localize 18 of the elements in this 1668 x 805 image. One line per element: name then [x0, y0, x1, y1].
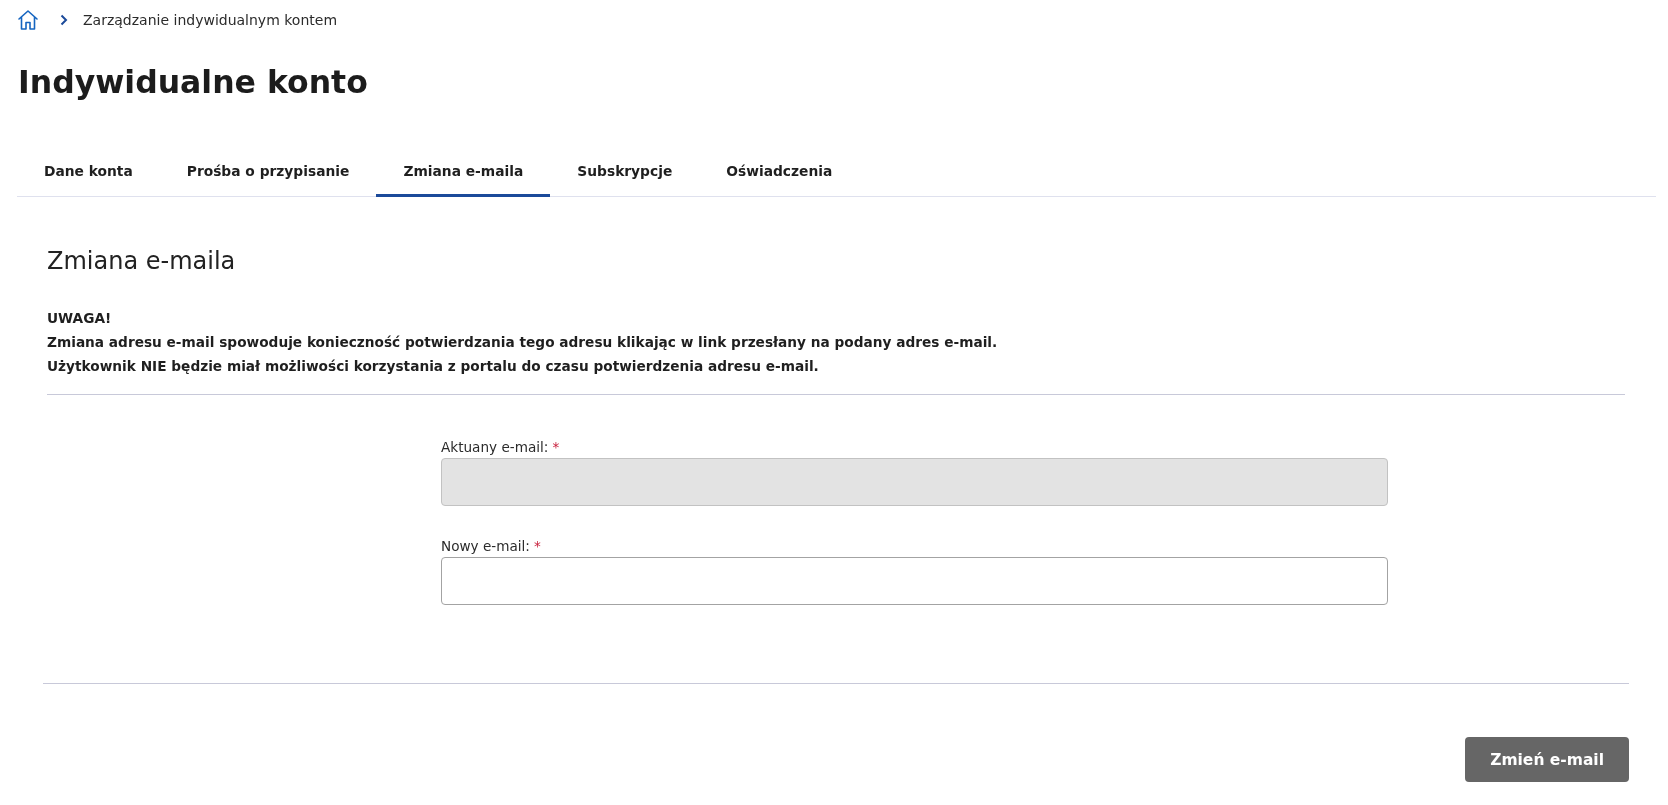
tab[interactable]: Subskrypcje	[550, 147, 700, 197]
tab[interactable]: Prośba o przypisanie	[159, 147, 377, 197]
email-input[interactable]	[441, 557, 1388, 605]
notice-heading: UWAGA!	[47, 309, 112, 328]
home-link[interactable]	[17, 9, 39, 31]
tab[interactable]: Oświadczenia	[699, 147, 860, 197]
field-label: Aktuany e-mail: *	[441, 438, 560, 457]
notice-text: Zmiana adresu e-mail spowoduje konieczność potwierdzania tego adresu klikając w link przesłany na podany adres e-mail.	[47, 333, 998, 352]
tab[interactable]: Zmiana e-maila	[376, 147, 551, 197]
chevron-icon	[60, 14, 68, 26]
notice-text: Użytkownik NIE będzie miał możliwości korzystania z portalu do czasu potwierdzenia adresu e-mail.	[47, 357, 819, 376]
home-icon	[17, 9, 39, 31]
field-label: Nowy e-mail: *	[441, 537, 541, 556]
breadcrumb-item: Zarządzanie indywidualnym kontem	[83, 12, 338, 28]
page-title: Indywidualne konto	[18, 63, 369, 102]
tab[interactable]: Dane konta	[17, 147, 160, 197]
section-title: Zmiana e-maila	[47, 246, 237, 277]
change-email-button[interactable]: Zmień e-mail	[1465, 737, 1629, 782]
